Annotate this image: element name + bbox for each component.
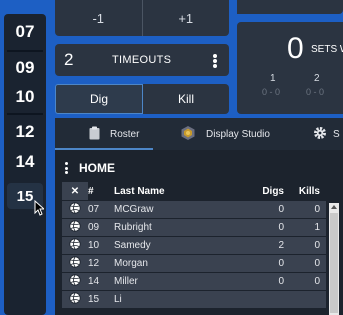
- volleyball-icon[interactable]: [62, 219, 88, 236]
- row-digs: 0: [250, 255, 290, 272]
- row-kills: 0: [290, 255, 326, 272]
- row-last-name: MCGraw: [114, 201, 250, 218]
- tab-settings[interactable]: S: [313, 118, 340, 150]
- row-last-name: Samedy: [114, 237, 250, 254]
- header-kills[interactable]: Kills: [290, 182, 326, 200]
- clipboard-icon: [89, 126, 100, 143]
- table-row[interactable]: 14 Miller 0 0: [62, 273, 326, 290]
- kill-button[interactable]: Kill: [143, 84, 229, 114]
- table-row[interactable]: 07 MCGraw 0 0: [62, 201, 326, 218]
- sets-won-value: 0: [287, 32, 304, 65]
- row-last-name: Miller: [114, 273, 250, 290]
- row-last-name: Li: [114, 291, 250, 308]
- row-kills: [290, 291, 326, 308]
- set-number: 1: [270, 73, 276, 84]
- header-number[interactable]: #: [88, 182, 114, 200]
- tab-roster[interactable]: Roster: [89, 118, 139, 150]
- row-digs: 2: [250, 237, 290, 254]
- gear-icon: [313, 126, 327, 143]
- home-menu-icon[interactable]: [65, 162, 69, 174]
- row-digs: 0: [250, 219, 290, 236]
- scroll-thumb[interactable]: [330, 213, 338, 313]
- table-row[interactable]: 12 Morgan 0 0: [62, 255, 326, 272]
- jersey-button-10[interactable]: 10: [7, 84, 43, 110]
- volleyball-icon[interactable]: [62, 255, 88, 272]
- table-row[interactable]: 09 Rubright 0 1: [62, 219, 326, 236]
- dig-button[interactable]: Dig: [55, 84, 143, 114]
- roster-scrollbar[interactable]: [329, 203, 339, 315]
- tab-roster-label: Roster: [110, 128, 140, 140]
- plus-one-button[interactable]: +1: [143, 0, 230, 36]
- set-number: 2: [314, 73, 320, 84]
- roster-table: ✕ # Last Name Digs Kills 07 MCGraw 0 0 09 Rub…: [62, 181, 326, 309]
- table-header-row: ✕ # Last Name Digs Kills: [62, 182, 326, 200]
- jersey-button-09[interactable]: 09: [7, 55, 43, 81]
- tab-display-studio-label: Display Studio: [206, 128, 270, 140]
- scroll-up-arrow-icon[interactable]: [331, 205, 337, 209]
- row-kills: 0: [290, 237, 326, 254]
- sets-top-strip: [237, 0, 343, 14]
- row-digs: 0: [250, 201, 290, 218]
- jersey-button-07[interactable]: 07: [7, 19, 43, 45]
- jersey-divider: [7, 113, 43, 115]
- row-kills: 0: [290, 201, 326, 218]
- jersey-button-14[interactable]: 14: [7, 149, 43, 175]
- timeouts-panel: 2 TIMEOUTS: [55, 44, 229, 76]
- row-kills: 1: [290, 219, 326, 236]
- shield-icon: [180, 125, 196, 144]
- row-number: 14: [88, 273, 114, 290]
- home-section-header: HOME: [55, 158, 343, 178]
- table-row[interactable]: 15 Li: [62, 291, 326, 308]
- section-title: HOME: [79, 161, 115, 175]
- row-digs: [250, 291, 290, 308]
- row-number: 10: [88, 237, 114, 254]
- timeouts-label: TIMEOUTS: [112, 54, 172, 66]
- stat-step-panel: -1 +1: [55, 0, 229, 36]
- row-last-name: Morgan: [114, 255, 250, 272]
- mouse-cursor-icon: [34, 200, 44, 216]
- jersey-number-column: 07 09 10 12 14 15: [4, 14, 46, 315]
- minus-one-button[interactable]: -1: [55, 0, 142, 36]
- header-digs[interactable]: Digs: [250, 182, 290, 200]
- tab-display-studio[interactable]: Display Studio: [180, 118, 270, 150]
- sets-label: SETS W: [311, 44, 343, 55]
- row-kills: 0: [290, 273, 326, 290]
- volleyball-icon[interactable]: [62, 291, 88, 308]
- row-number: 09: [88, 219, 114, 236]
- sets-panel: 0 SETS W 1 0 - 0 2 0 - 0: [237, 22, 343, 114]
- header-last-name[interactable]: Last Name: [114, 182, 250, 200]
- timeouts-menu-icon[interactable]: [213, 54, 217, 68]
- deselect-all-icon[interactable]: ✕: [62, 182, 88, 200]
- active-tab-indicator: [55, 148, 153, 150]
- volleyball-icon[interactable]: [62, 237, 88, 254]
- volleyball-icon[interactable]: [62, 201, 88, 218]
- row-digs: 0: [250, 273, 290, 290]
- set-score: 0 - 0: [262, 87, 281, 97]
- table-row[interactable]: 10 Samedy 2 0: [62, 237, 326, 254]
- tab-bar: Roster Display Studio S: [55, 118, 343, 150]
- row-number: 07: [88, 201, 114, 218]
- volleyball-icon[interactable]: [62, 273, 88, 290]
- row-number: 15: [88, 291, 114, 308]
- stat-type-toggle: Dig Kill: [55, 84, 229, 114]
- timeouts-count: 2: [64, 50, 74, 69]
- roster-panel: Roster Display Studio S HOME ✕ # Last Na…: [55, 118, 343, 315]
- jersey-divider: [7, 50, 43, 52]
- tab-settings-label: S: [333, 128, 340, 140]
- row-last-name: Rubright: [114, 219, 250, 236]
- jersey-button-12[interactable]: 12: [7, 119, 43, 145]
- set-score: 0 - 0: [306, 87, 325, 97]
- row-number: 12: [88, 255, 114, 272]
